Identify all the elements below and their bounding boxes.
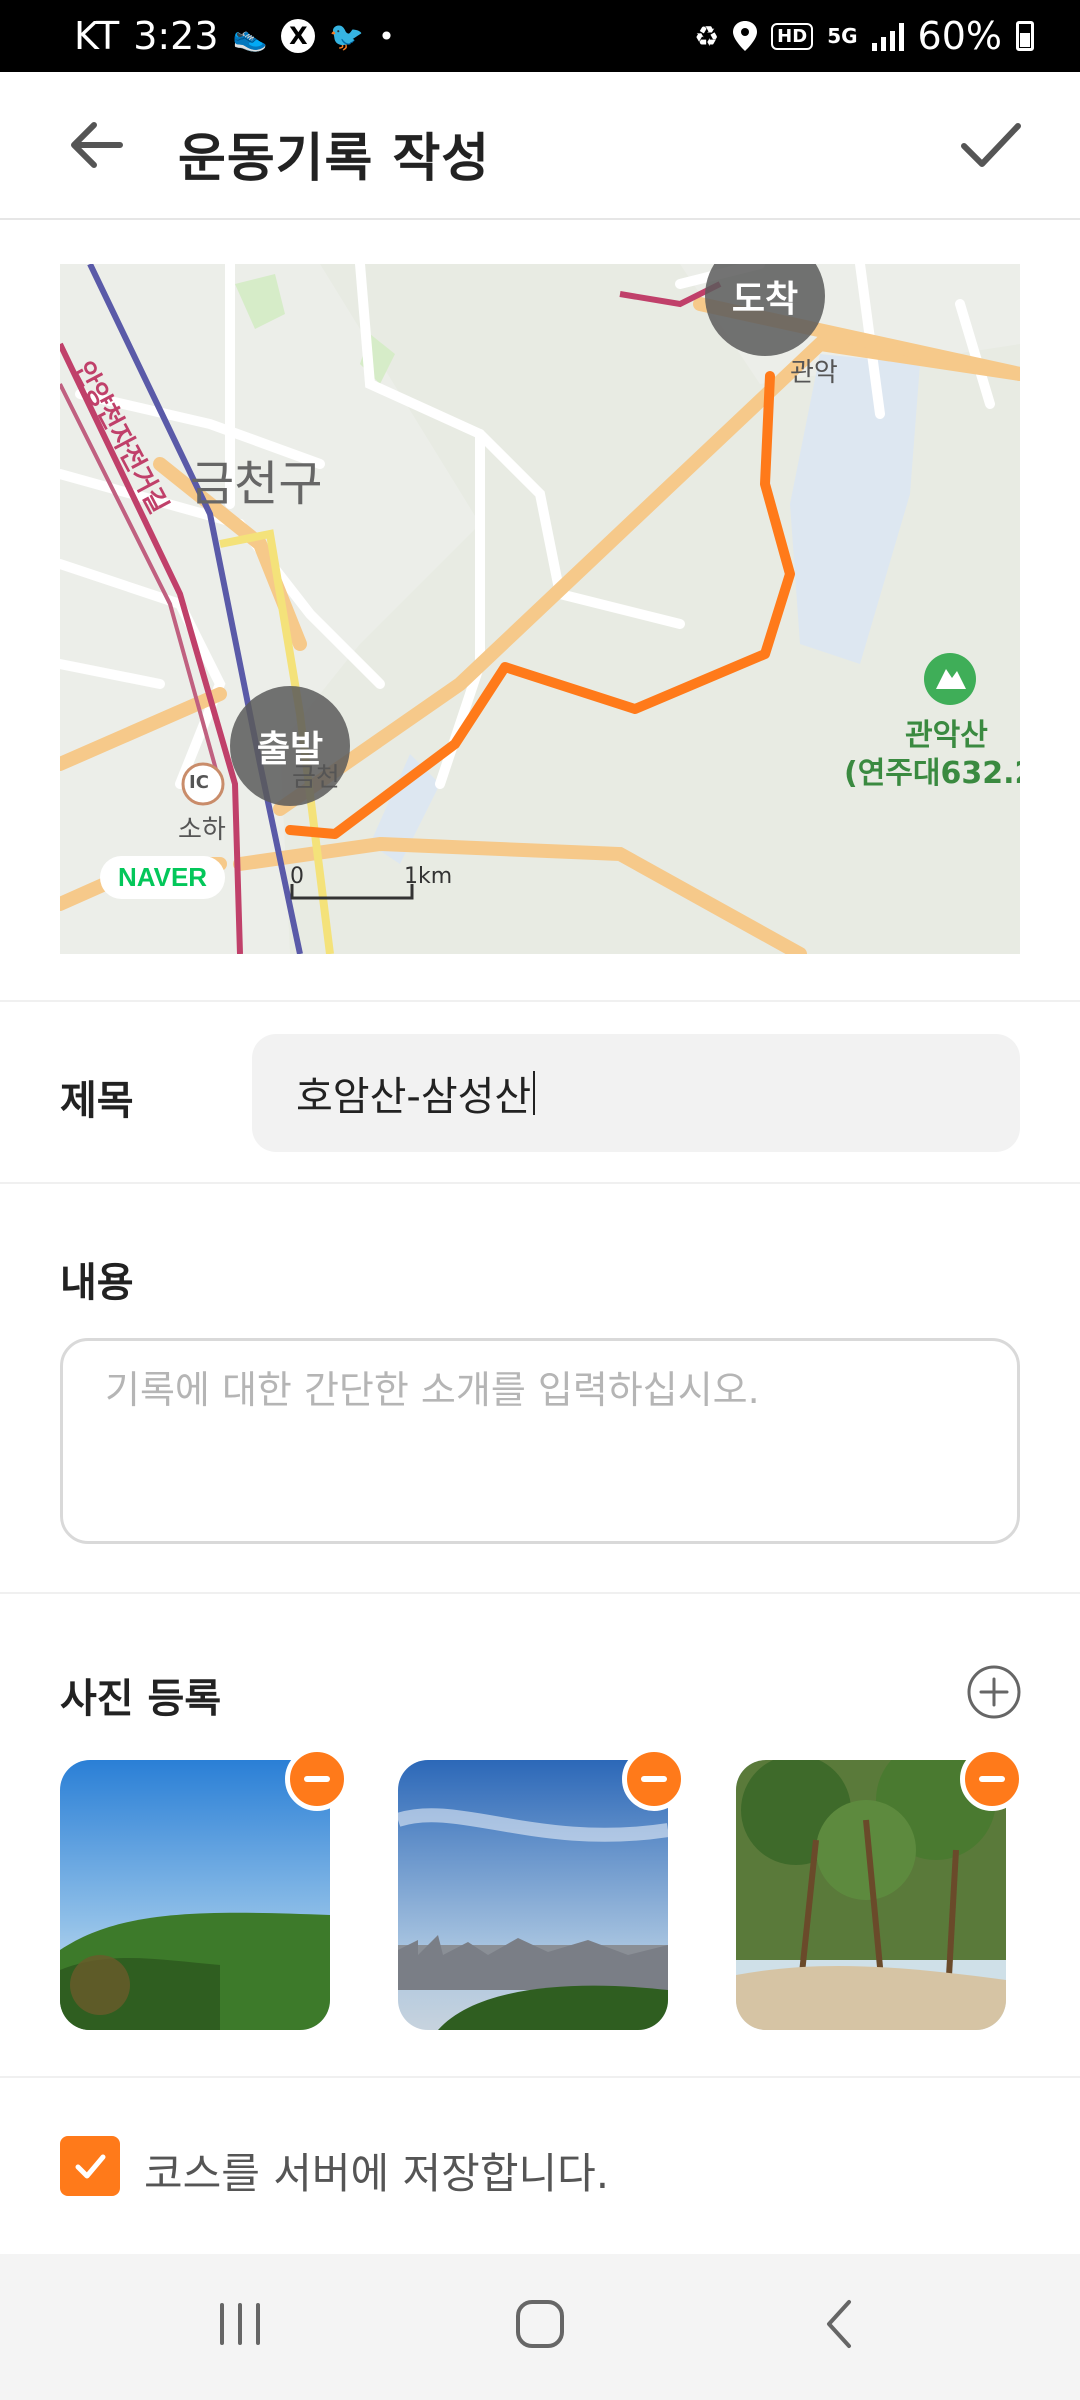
status-bar: KT 3:23 👟 X 🐦 • ♻ HD 5G 60% bbox=[0, 0, 1080, 72]
content-label: 내용 bbox=[60, 1260, 134, 1306]
title-value: 호암산-삼성산 bbox=[296, 1074, 532, 1120]
carrier-label: KT bbox=[74, 14, 120, 58]
system-back-icon bbox=[827, 2300, 851, 2348]
ic-soha-badge: IC bbox=[189, 772, 209, 793]
photo-thumbnail[interactable] bbox=[736, 1760, 1006, 2030]
confirm-button[interactable] bbox=[950, 112, 1030, 178]
route-map[interactable]: 안양천자전거길 금천구 출발 도착 금천 관악 IC 소하 관악산 (연주대63… bbox=[60, 264, 1020, 954]
system-back-button[interactable] bbox=[780, 2284, 900, 2364]
save-course-checkbox[interactable] bbox=[60, 2136, 120, 2196]
check-icon bbox=[961, 123, 1021, 167]
title-input[interactable]: 호암산-삼성산 bbox=[252, 1034, 1020, 1152]
twitter-icon: 🐦 bbox=[329, 19, 365, 53]
recent-apps-icon bbox=[220, 2303, 260, 2345]
ic-soha-label: 소하 bbox=[178, 815, 226, 845]
checkmark-icon bbox=[75, 2154, 106, 2179]
recent-apps-button[interactable] bbox=[180, 2284, 300, 2364]
content-placeholder: 기록에 대한 간단한 소개를 입력하십시오. bbox=[105, 1368, 760, 1412]
photo-image bbox=[398, 1760, 668, 2030]
signal-icon bbox=[871, 21, 904, 51]
photo-thumbnail[interactable] bbox=[398, 1760, 668, 2030]
divider bbox=[0, 1000, 1080, 1002]
photo-image bbox=[60, 1760, 330, 2030]
photo-image bbox=[736, 1760, 1006, 2030]
plus-circle-icon bbox=[967, 1665, 1021, 1719]
map-district-label: 금천구 bbox=[190, 456, 323, 512]
save-course-label: 코스를 서버에 저장합니다. bbox=[144, 2149, 610, 2198]
photo-label: 사진 등록 bbox=[60, 1676, 222, 1722]
x-app-icon: X bbox=[281, 19, 316, 53]
recycle-icon: ♻ bbox=[694, 19, 720, 53]
battery-icon bbox=[1016, 21, 1034, 51]
page-title: 운동기록 작성 bbox=[178, 129, 491, 189]
network-type-icon: 5G bbox=[827, 24, 858, 48]
content-textarea[interactable]: 기록에 대한 간단한 소개를 입력하십시오. bbox=[60, 1338, 1020, 1544]
system-nav-bar bbox=[0, 2254, 1080, 2400]
text-caret bbox=[533, 1071, 536, 1115]
divider bbox=[0, 1182, 1080, 1184]
mountain-detail: (연주대632.2m) bbox=[844, 756, 1020, 791]
divider bbox=[0, 2076, 1080, 2078]
back-button[interactable] bbox=[60, 112, 140, 178]
remove-photo-button[interactable] bbox=[960, 1747, 1024, 1811]
ic-geumcheon-label: 금천 bbox=[292, 763, 340, 793]
divider bbox=[0, 1592, 1080, 1594]
location-icon bbox=[733, 21, 758, 51]
app-header: 운동기록 작성 bbox=[0, 72, 1080, 220]
naver-logo: NAVER bbox=[100, 856, 226, 899]
end-marker-label: 도착 bbox=[731, 279, 799, 320]
home-button[interactable] bbox=[480, 2284, 600, 2364]
home-icon bbox=[516, 2300, 564, 2348]
remove-photo-button[interactable] bbox=[285, 1747, 349, 1811]
ic-gwanak-label: 관악 bbox=[790, 358, 838, 388]
battery-percent: 60% bbox=[917, 14, 1002, 58]
running-shoe-icon: 👟 bbox=[232, 19, 268, 53]
map-roads bbox=[60, 264, 1020, 954]
photo-thumbnail[interactable] bbox=[60, 1760, 330, 2030]
add-photo-button[interactable] bbox=[966, 1664, 1022, 1720]
dot-icon: • bbox=[378, 19, 395, 53]
scale-zero: 0 bbox=[290, 864, 304, 889]
scale-unit: 1km bbox=[404, 864, 453, 889]
title-label: 제목 bbox=[60, 1078, 134, 1124]
arrow-left-icon bbox=[71, 122, 123, 168]
hd-icon: HD bbox=[771, 22, 814, 50]
remove-photo-button[interactable] bbox=[622, 1747, 686, 1811]
clock: 3:23 bbox=[133, 14, 219, 58]
